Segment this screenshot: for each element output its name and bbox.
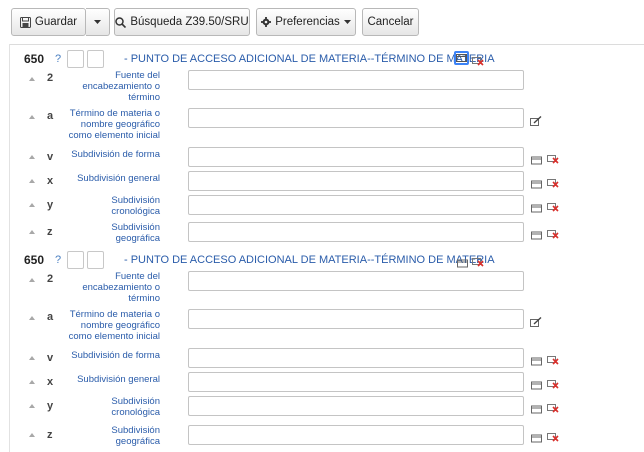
repeat-field-icon[interactable]	[531, 401, 542, 419]
subfield-label: Fuente del encabezamiento o término	[82, 271, 160, 304]
save-button[interactable]: Guardar	[11, 8, 86, 36]
field-title: - PUNTO DE ACCESO ADICIONAL DE MATERIA--…	[124, 254, 495, 266]
subfield-label: Subdivisión general	[77, 173, 160, 184]
subfield-label: Subdivisión geográfica	[111, 222, 160, 244]
subfield-label: Fuente del encabezamiento o término	[82, 70, 160, 103]
subfield-input[interactable]	[188, 171, 524, 191]
caret-down-icon	[343, 20, 351, 24]
delete-icon[interactable]	[547, 226, 559, 244]
repeat-field-icon[interactable]	[531, 152, 542, 170]
subfield-label: Subdivisión de forma	[71, 350, 160, 361]
subfield-label: Término de materia o nombre geográfico com…	[68, 309, 160, 342]
move-up-icon[interactable]	[29, 230, 35, 234]
delete-icon[interactable]	[547, 376, 559, 394]
help-link[interactable]: ?	[55, 53, 61, 65]
subfield-input[interactable]	[188, 147, 524, 167]
edit-icon[interactable]	[530, 113, 542, 131]
move-up-icon[interactable]	[29, 77, 35, 81]
move-up-icon[interactable]	[29, 404, 35, 408]
repeat-field-icon[interactable]	[454, 51, 469, 65]
subfield-input[interactable]	[188, 108, 524, 128]
subfield-code: a	[47, 110, 54, 122]
move-up-icon[interactable]	[29, 179, 35, 183]
move-up-icon[interactable]	[29, 115, 35, 119]
subfield-input[interactable]	[188, 372, 524, 392]
z3950-search-button[interactable]: Búsqueda Z39.50/SRU	[114, 8, 250, 36]
repeat-field-icon[interactable]	[531, 353, 542, 371]
move-up-icon[interactable]	[29, 278, 35, 282]
indicator-1-input[interactable]	[67, 251, 84, 269]
edit-icon[interactable]	[530, 314, 542, 332]
move-up-icon[interactable]	[29, 316, 35, 320]
delete-icon[interactable]	[547, 199, 559, 217]
help-link[interactable]: ?	[55, 254, 61, 266]
subfield-label: Subdivisión cronológica	[111, 396, 160, 418]
delete-icon[interactable]	[547, 400, 559, 418]
preferences-label: Preferencias	[275, 16, 340, 28]
delete-icon[interactable]	[547, 175, 559, 193]
save-icon	[19, 16, 31, 28]
indicator-2-input[interactable]	[87, 50, 104, 68]
cancel-label: Cancelar	[367, 16, 414, 28]
repeat-field-icon[interactable]	[531, 200, 542, 218]
indicator-2-input[interactable]	[87, 251, 104, 269]
subfield-code: x	[47, 175, 54, 187]
subfield-code: 2	[47, 273, 54, 285]
left-gutter	[0, 44, 10, 452]
gear-icon	[261, 17, 272, 27]
repeat-field-icon[interactable]	[531, 430, 542, 448]
subfield-code: a	[47, 311, 54, 323]
move-up-icon[interactable]	[29, 155, 35, 159]
subfield-input[interactable]	[188, 70, 524, 90]
subfield-code: v	[47, 151, 54, 163]
subfield-label: Subdivisión geográfica	[111, 425, 160, 447]
delete-icon[interactable]	[547, 151, 559, 169]
subfield-input[interactable]	[188, 222, 524, 242]
preferences-button[interactable]: Preferencias	[256, 8, 356, 36]
delete-icon[interactable]	[547, 429, 559, 447]
subfield-code: z	[47, 429, 53, 441]
subfield-input[interactable]	[188, 348, 524, 368]
frame-divider	[10, 44, 644, 48]
subfield-label: Subdivisión general	[77, 374, 160, 385]
subfield-label: Subdivisión cronológica	[111, 195, 160, 217]
field-650-header: 650 ? - PUNTO DE ACCESO ADICIONAL DE MAT…	[0, 250, 644, 270]
save-options-button[interactable]	[86, 8, 110, 36]
caret-down-icon	[94, 20, 101, 24]
subfield-input[interactable]	[188, 271, 524, 291]
repeat-field-icon[interactable]	[531, 176, 542, 194]
subfield-label: Subdivisión de forma	[71, 149, 160, 160]
repeat-field-icon[interactable]	[531, 377, 542, 395]
subfield-code: x	[47, 376, 54, 388]
subfield-code: v	[47, 352, 54, 364]
cancel-button[interactable]: Cancelar	[362, 8, 419, 36]
subfield-input[interactable]	[188, 195, 524, 215]
save-label: Guardar	[34, 16, 78, 28]
marc-editor: Guardar Búsqueda Z39.50/SRU Preferencias…	[0, 0, 644, 452]
move-up-icon[interactable]	[29, 203, 35, 207]
move-up-icon[interactable]	[29, 380, 35, 384]
subfield-input[interactable]	[188, 396, 524, 416]
search-label: Búsqueda Z39.50/SRU	[130, 16, 249, 28]
field-tag: 650	[24, 52, 45, 66]
subfield-input[interactable]	[188, 309, 524, 329]
toolbar: Guardar Búsqueda Z39.50/SRU Preferencias…	[0, 0, 644, 44]
move-up-icon[interactable]	[29, 356, 35, 360]
field-650-header: 650 ? - PUNTO DE ACCESO ADICIONAL DE MAT…	[0, 49, 644, 69]
move-up-icon[interactable]	[29, 433, 35, 437]
delete-icon[interactable]	[472, 53, 484, 71]
field-title: - PUNTO DE ACCESO ADICIONAL DE MATERIA--…	[124, 53, 495, 65]
delete-icon[interactable]	[547, 352, 559, 370]
subfield-code: y	[47, 400, 54, 412]
repeat-field-icon[interactable]	[531, 227, 542, 245]
subfield-label: Término de materia o nombre geográfico com…	[68, 108, 160, 141]
delete-icon[interactable]	[472, 254, 484, 272]
subfield-code: y	[47, 199, 54, 211]
search-icon	[115, 16, 127, 28]
subfield-input[interactable]	[188, 425, 524, 445]
field-tag: 650	[24, 253, 45, 267]
subfield-code: z	[47, 226, 53, 238]
subfield-code: 2	[47, 72, 54, 84]
indicator-1-input[interactable]	[67, 50, 84, 68]
